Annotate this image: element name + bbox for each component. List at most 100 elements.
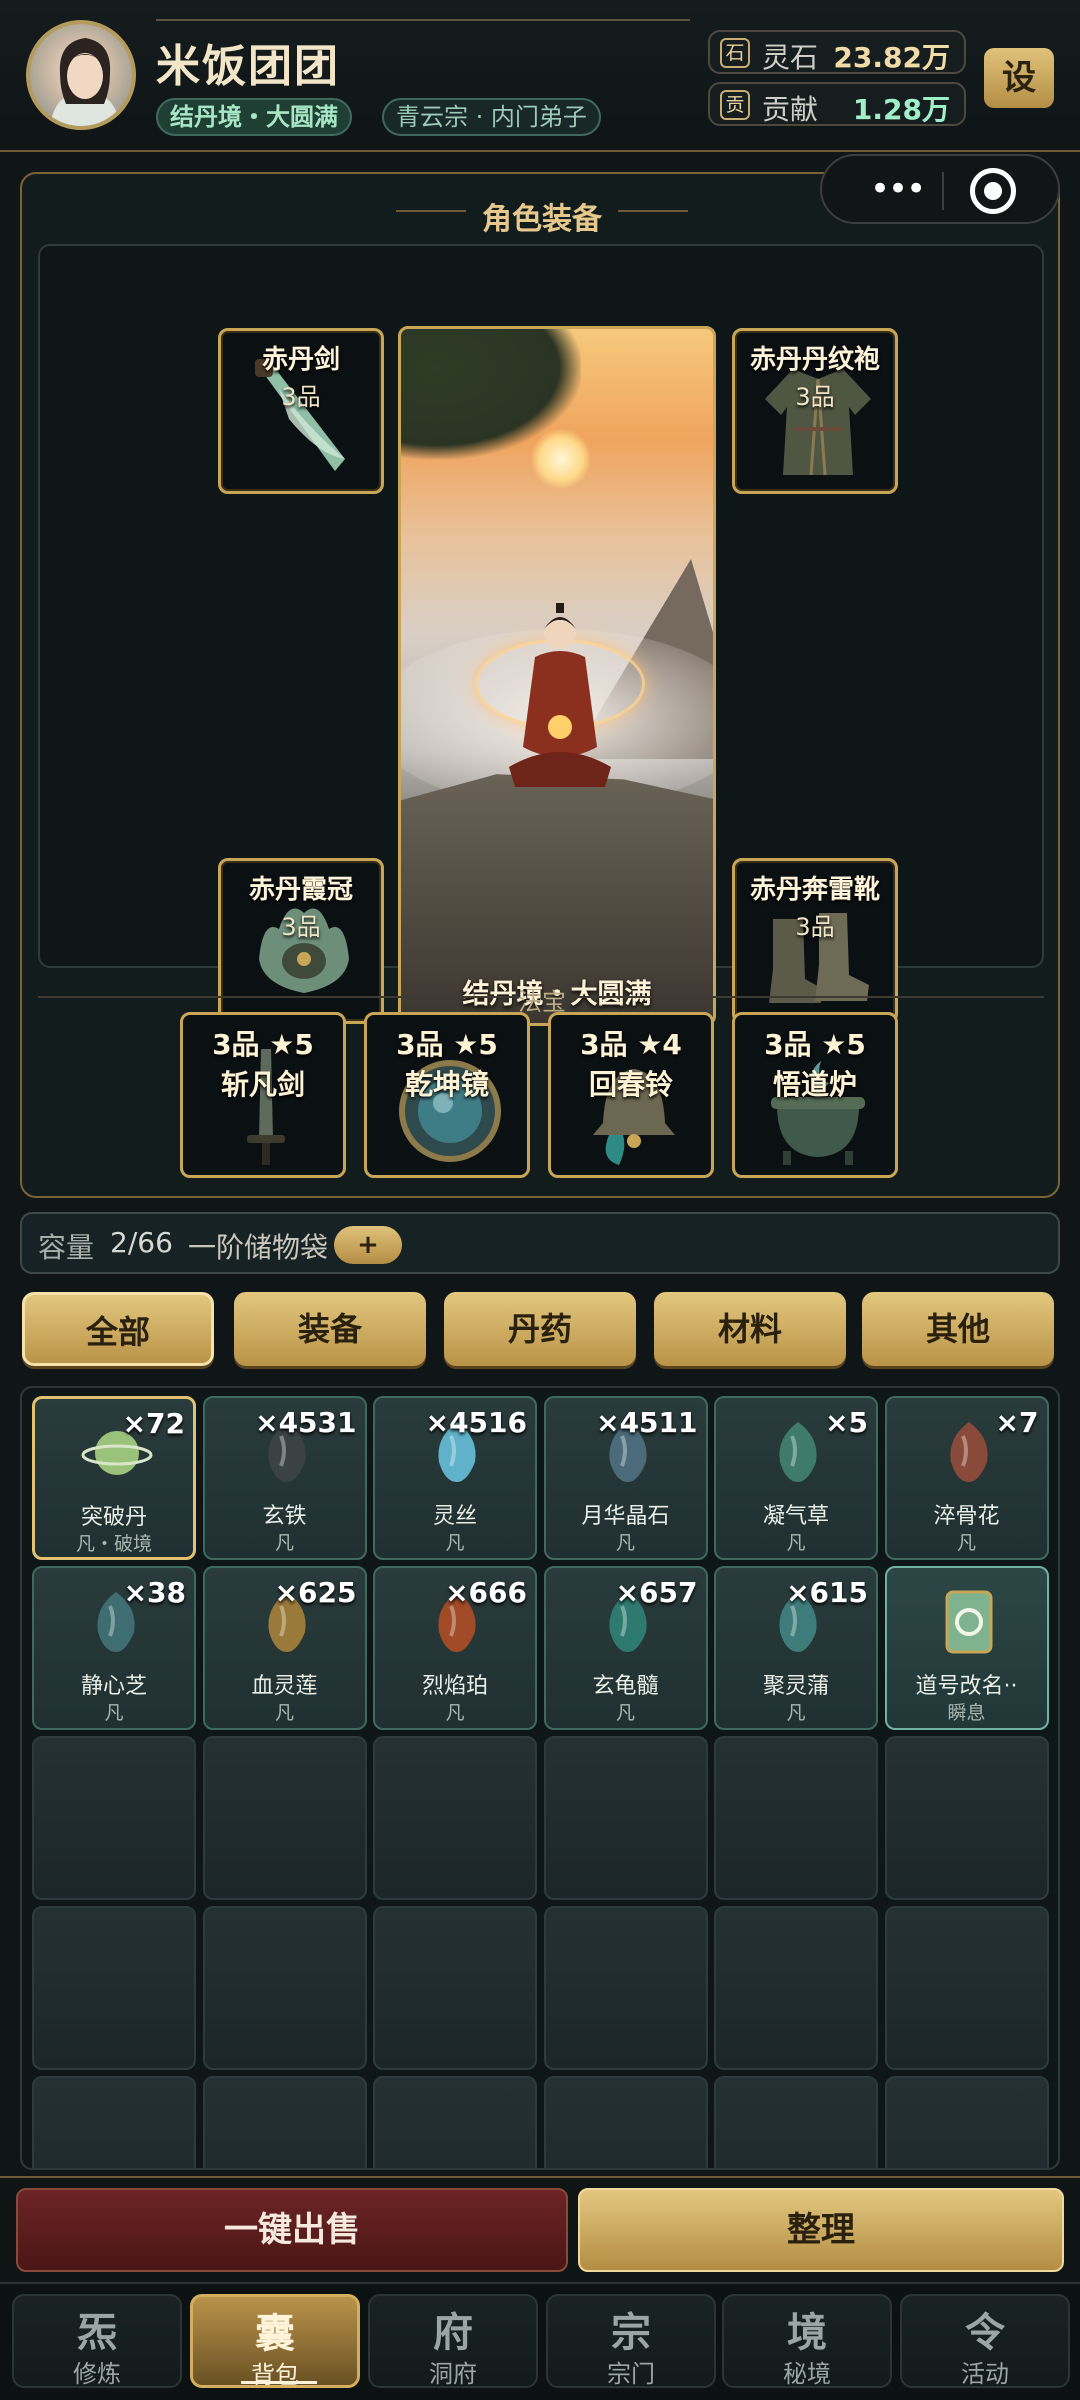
fabao-name: 乾坤镜 [404,1068,489,1101]
herb-icon [779,1422,817,1482]
equip-slot-weapon[interactable]: 赤丹剑 3品 [218,328,384,494]
inventory-item[interactable]: ×4531 玄铁凡 [202,1396,367,1560]
inventory-item[interactable]: ×615 聚灵蒲凡 [714,1566,878,1730]
inventory-item[interactable]: ×5 凝气草凡 [714,1396,878,1560]
empty-slot[interactable] [32,2076,196,2168]
fabao-slot-4[interactable]: 3品 ★5 悟道炉 [732,1012,898,1178]
fabao-section-label: 法宝 [518,988,566,1016]
nav-backpack[interactable]: 囊 背包 [190,2294,360,2389]
empty-slot[interactable] [884,1906,1049,2070]
equip-grade: 3品 [795,913,835,941]
item-name: 烈焰珀 [421,1674,488,1699]
inventory-item[interactable]: ×625 血灵莲凡 [202,1566,367,1730]
item-rarity: 瞬息 [947,1702,986,1724]
nav-sect[interactable]: 宗 宗门 [546,2294,716,2388]
realm-tag: 结丹境・大圆满 [156,98,352,136]
events-icon: 令 [965,2310,1005,2356]
tab-equipment[interactable]: 装备 [234,1292,426,1366]
fabao-slot-2[interactable]: 3品 ★5 乾坤镜 [364,1012,530,1178]
empty-slot[interactable] [32,1906,196,2070]
settings-button[interactable]: 设 [984,48,1054,108]
tab-other[interactable]: 其他 [862,1292,1054,1366]
inventory-item[interactable]: ×7 淬骨花凡 [884,1396,1049,1560]
inventory-item[interactable]: 道号改名·· 瞬息 [884,1566,1049,1730]
item-rarity: 凡・破境 [75,1533,152,1555]
fabao-grade: 3品 ★5 [764,1028,866,1061]
inventory-item[interactable]: ×72 突破丹 凡・破境 [32,1396,196,1560]
tab-pills[interactable]: 丹药 [444,1292,636,1366]
item-rarity: 凡 [786,1702,806,1724]
inventory-item[interactable]: ×4511 月华晶石凡 [543,1396,708,1560]
fabao-slot-3[interactable]: 3品 ★4 回春铃 [548,1012,714,1178]
expand-capacity-button[interactable]: + [334,1226,402,1264]
more-options-icon[interactable]: ••• [870,172,926,206]
flower-icon [949,1422,988,1482]
contribution-icon: 贡 [720,90,750,120]
empty-slot[interactable] [543,1906,708,2070]
player-name: 米饭团团 [156,41,340,92]
empty-slot[interactable] [202,2076,367,2168]
sect-tag: 青云宗 · 内门弟子 [382,98,601,136]
item-rarity: 凡 [956,1532,976,1554]
item-rarity: 凡 [615,1532,635,1554]
empty-slot[interactable] [884,1736,1049,1900]
character-portrait: 结丹境・大圆满 [398,326,716,1026]
empty-slot[interactable] [714,1906,878,2070]
inventory-item[interactable]: ×666 烈焰珀凡 [373,1566,537,1730]
item-name: 血灵莲 [251,1674,318,1699]
capacity-label: 容量 [38,1231,95,1264]
sell-all-button[interactable]: 一键出售 [16,2188,568,2272]
spirit-stone-icon: 石 [720,38,750,68]
bottom-navigation: 炁 修炼 囊 背包 府 洞府 宗 宗门 境 秘境 令 活动 [0,2282,1080,2400]
equip-grade: 3品 [281,383,321,411]
item-count: ×615 [786,1576,868,1609]
equip-grade: 3品 [795,383,835,411]
nav-cultivate[interactable]: 炁 修炼 [12,2294,182,2388]
item-rarity: 凡 [274,1702,294,1724]
fabao-grade: 3品 ★4 [580,1028,682,1061]
empty-slot[interactable] [373,2076,537,2168]
inventory-item[interactable]: ×38 静心芝凡 [32,1566,196,1730]
empty-slot[interactable] [714,1736,878,1900]
item-count: ×4511 [596,1406,698,1439]
empty-slot[interactable] [543,2076,708,2168]
spirit-stone-counter[interactable]: 石 灵石 23.82万 [708,30,966,74]
fabao-name: 悟道炉 [772,1068,857,1101]
equip-slot-robe[interactable]: 赤丹丹纹袍 3品 [732,328,898,494]
item-name: 淬骨花 [933,1504,1000,1529]
equip-name: 赤丹奔雷靴 [749,875,880,905]
mansion-icon: 府 [433,2310,473,2356]
close-target-icon[interactable] [970,168,1016,214]
empty-slot[interactable] [543,1736,708,1900]
meditating-cultivator-icon [509,603,611,787]
empty-slot[interactable] [714,2076,878,2168]
empty-slot[interactable] [32,1736,196,1900]
capsule-divider [942,172,944,210]
nav-cave-mansion[interactable]: 府 洞府 [368,2294,538,2388]
sort-button[interactable]: 整理 [578,2188,1064,2272]
header-divider [156,19,690,21]
item-rarity: 凡 [274,1532,294,1554]
equip-name: 赤丹丹纹袍 [749,345,880,375]
empty-slot[interactable] [202,1906,367,2070]
item-name: 聚灵蒲 [762,1674,829,1699]
nav-secret-realm[interactable]: 境 秘境 [722,2294,892,2388]
empty-slot[interactable] [373,1906,537,2070]
nav-label: 洞府 [429,2360,477,2388]
empty-slot[interactable] [884,2076,1049,2168]
empty-slot[interactable] [373,1736,537,1900]
contribution-counter[interactable]: 贡 贡献 1.28万 [708,82,966,126]
tab-all[interactable]: 全部 [22,1292,214,1366]
inventory-item[interactable]: ×657 玄龟髓凡 [543,1566,708,1730]
fabao-slot-1[interactable]: 3品 ★5 斩凡剑 [180,1012,346,1178]
player-avatar[interactable] [26,20,136,130]
equip-name: 赤丹剑 [261,345,340,375]
tab-materials[interactable]: 材料 [654,1292,846,1366]
inventory-item[interactable]: ×4516 灵丝凡 [373,1396,537,1560]
empty-slot[interactable] [202,1736,367,1900]
resource-value: 23.82万 [833,41,950,74]
nav-label: 活动 [961,2360,1009,2388]
nav-events[interactable]: 令 活动 [900,2294,1070,2388]
item-name: 玄龟髓 [592,1674,659,1699]
item-count: ×4516 [425,1406,527,1439]
